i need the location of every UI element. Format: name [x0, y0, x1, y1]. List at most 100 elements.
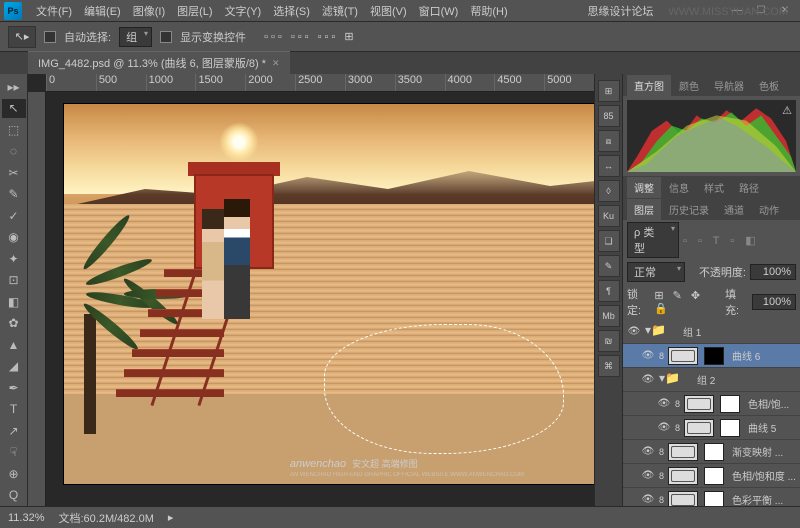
marquee-selection[interactable] [324, 324, 564, 454]
layer-row[interactable]: 👁8渐变映射 ... [623, 440, 800, 464]
mid-btn-5[interactable]: Ku [598, 205, 620, 227]
tab-navigator[interactable]: 导航器 [707, 75, 751, 96]
tab-actions[interactable]: 动作 [752, 199, 786, 220]
mid-btn-1[interactable]: 85 [598, 105, 620, 127]
mid-btn-6[interactable]: ❏ [598, 230, 620, 252]
auto-select-dropdown[interactable]: 组 [119, 27, 152, 47]
active-tool-indicator[interactable]: ↖▸ [8, 26, 36, 48]
layer-row[interactable]: 👁▾📁组 2 [623, 368, 800, 392]
shape-tool[interactable]: ☟ [2, 443, 26, 463]
layer-filter-icons[interactable]: ▫ ▫ T ▫ ◧ [683, 234, 760, 247]
auto-select-checkbox[interactable] [44, 31, 56, 43]
layer-name[interactable]: 色相/饱... [744, 396, 796, 411]
mid-btn-2[interactable]: ⧈ [598, 130, 620, 152]
menu-select[interactable]: 选择(S) [267, 3, 316, 19]
layer-name[interactable]: 组 2 [693, 372, 796, 387]
layer-name[interactable]: 曲线 5 [744, 420, 796, 435]
crop-tool[interactable]: ✂ [2, 163, 26, 183]
menu-help[interactable]: 帮助(H) [464, 3, 513, 19]
tool-handle[interactable]: ▸▸ [2, 77, 26, 97]
menu-filter[interactable]: 滤镜(T) [316, 3, 364, 19]
tab-adjustments[interactable]: 调整 [627, 177, 661, 198]
visibility-toggle[interactable]: 👁 [641, 493, 655, 507]
dodge-tool[interactable]: ◢ [2, 357, 26, 377]
mid-btn-0[interactable]: ⊞ [598, 80, 620, 102]
visibility-toggle[interactable]: 👁 [641, 445, 655, 459]
type-tool[interactable]: T [2, 400, 26, 420]
document-tab[interactable]: IMG_4482.psd @ 11.3% (曲线 6, 图层蒙版/8) *✕ [28, 51, 290, 74]
visibility-toggle[interactable]: 👁 [657, 421, 671, 435]
tab-histogram[interactable]: 直方图 [627, 75, 671, 96]
layer-row[interactable]: 👁▾📁组 1 [623, 320, 800, 344]
show-transform-checkbox[interactable] [160, 31, 172, 43]
opacity-input[interactable]: 100% [750, 264, 796, 280]
tab-paths[interactable]: 路径 [732, 177, 766, 198]
ruler-vertical[interactable] [28, 92, 46, 506]
lock-icons[interactable]: ⊞ ✎ ✥ 🔒 [654, 289, 721, 315]
visibility-toggle[interactable]: 👁 [641, 373, 655, 387]
visibility-toggle[interactable]: 👁 [657, 397, 671, 411]
menu-edit[interactable]: 编辑(E) [78, 3, 127, 19]
layer-row[interactable]: 👁8曲线 6 [623, 344, 800, 368]
brush-tool[interactable]: ◉ [2, 228, 26, 248]
visibility-toggle[interactable]: 👁 [641, 469, 655, 483]
visibility-toggle[interactable]: 👁 [641, 349, 655, 363]
layers-list[interactable]: 👁▾📁组 1👁8曲线 6👁▾📁组 2👁8色相/饱...👁8曲线 5👁8渐变映射 … [623, 320, 800, 506]
layer-name[interactable]: 组 1 [679, 324, 796, 339]
layer-row[interactable]: 👁8色相/饱... [623, 392, 800, 416]
menu-image[interactable]: 图像(I) [127, 3, 171, 19]
layer-row[interactable]: 👁8曲线 5 [623, 416, 800, 440]
tab-layers[interactable]: 图层 [627, 199, 661, 220]
mid-btn-10[interactable]: ₪ [598, 330, 620, 352]
tab-history[interactable]: 历史记录 [662, 199, 716, 220]
histogram-display[interactable]: ⚠ [627, 100, 796, 172]
eraser-tool[interactable]: ◧ [2, 292, 26, 312]
layer-name[interactable]: 曲线 6 [728, 348, 796, 363]
layer-row[interactable]: 👁8色相/饱和度 ... [623, 464, 800, 488]
visibility-toggle[interactable]: 👁 [627, 325, 641, 339]
menu-layer[interactable]: 图层(L) [171, 3, 218, 19]
tab-swatches[interactable]: 色板 [752, 75, 786, 96]
eyedropper-tool[interactable]: ✎ [2, 185, 26, 205]
fill-input[interactable]: 100% [752, 294, 796, 310]
move-tool[interactable]: ↖ [2, 99, 26, 119]
tab-info[interactable]: 信息 [662, 177, 696, 198]
menu-window[interactable]: 窗口(W) [413, 3, 465, 19]
layer-name[interactable]: 色彩平衡 ... [728, 492, 796, 506]
layer-name[interactable]: 色相/饱和度 ... [728, 468, 796, 483]
zoom-readout[interactable]: 11.32% [8, 512, 45, 524]
mid-btn-8[interactable]: ¶ [598, 280, 620, 302]
layer-filter-kind[interactable]: ρ 类型 [627, 222, 679, 258]
history-brush-tool[interactable]: ⊡ [2, 271, 26, 291]
gradient-tool[interactable]: ✿ [2, 314, 26, 334]
menu-file[interactable]: 文件(F) [30, 3, 78, 19]
tab-styles[interactable]: 样式 [697, 177, 731, 198]
lasso-tool[interactable]: ◌ [2, 142, 26, 162]
menu-view[interactable]: 视图(V) [364, 3, 413, 19]
mid-btn-7[interactable]: ✎ [598, 255, 620, 277]
pen-tool[interactable]: ✒ [2, 378, 26, 398]
align-buttons[interactable]: ▫▫▫ ▫▫▫ ▫▫▫ ⊞ [264, 30, 356, 43]
layer-row[interactable]: 👁8色彩平衡 ... [623, 488, 800, 506]
stamp-tool[interactable]: ✦ [2, 249, 26, 269]
marquee-tool[interactable]: ⬚ [2, 120, 26, 140]
blur-tool[interactable]: ▲ [2, 335, 26, 355]
mid-btn-11[interactable]: ⌘ [598, 355, 620, 377]
heal-tool[interactable]: ✓ [2, 206, 26, 226]
doc-size-readout[interactable]: 文档:60.2M/482.0M [59, 510, 154, 526]
ruler-horizontal[interactable]: 0500100015002000250030003500400045005000 [46, 74, 594, 92]
mid-btn-9[interactable]: Mb [598, 305, 620, 327]
layer-name[interactable]: 渐变映射 ... [728, 444, 796, 459]
mid-btn-3[interactable]: ↔ [598, 155, 620, 177]
zoom-tool[interactable]: Q [2, 486, 26, 506]
document-canvas[interactable]: anwenchao安文超 高端修图 AN WENCHAO HIGH-END GR… [64, 104, 594, 484]
menu-type[interactable]: 文字(Y) [219, 3, 268, 19]
blend-mode-select[interactable]: 正常 [627, 262, 685, 282]
tab-channels[interactable]: 通道 [717, 199, 751, 220]
mid-btn-4[interactable]: ◊ [598, 180, 620, 202]
app-icon[interactable]: Ps [4, 2, 22, 20]
close-tab-icon[interactable]: ✕ [272, 58, 280, 69]
histogram-warning-icon[interactable]: ⚠ [782, 104, 792, 117]
hand-tool[interactable]: ⊕ [2, 464, 26, 484]
path-tool[interactable]: ↗ [2, 421, 26, 441]
